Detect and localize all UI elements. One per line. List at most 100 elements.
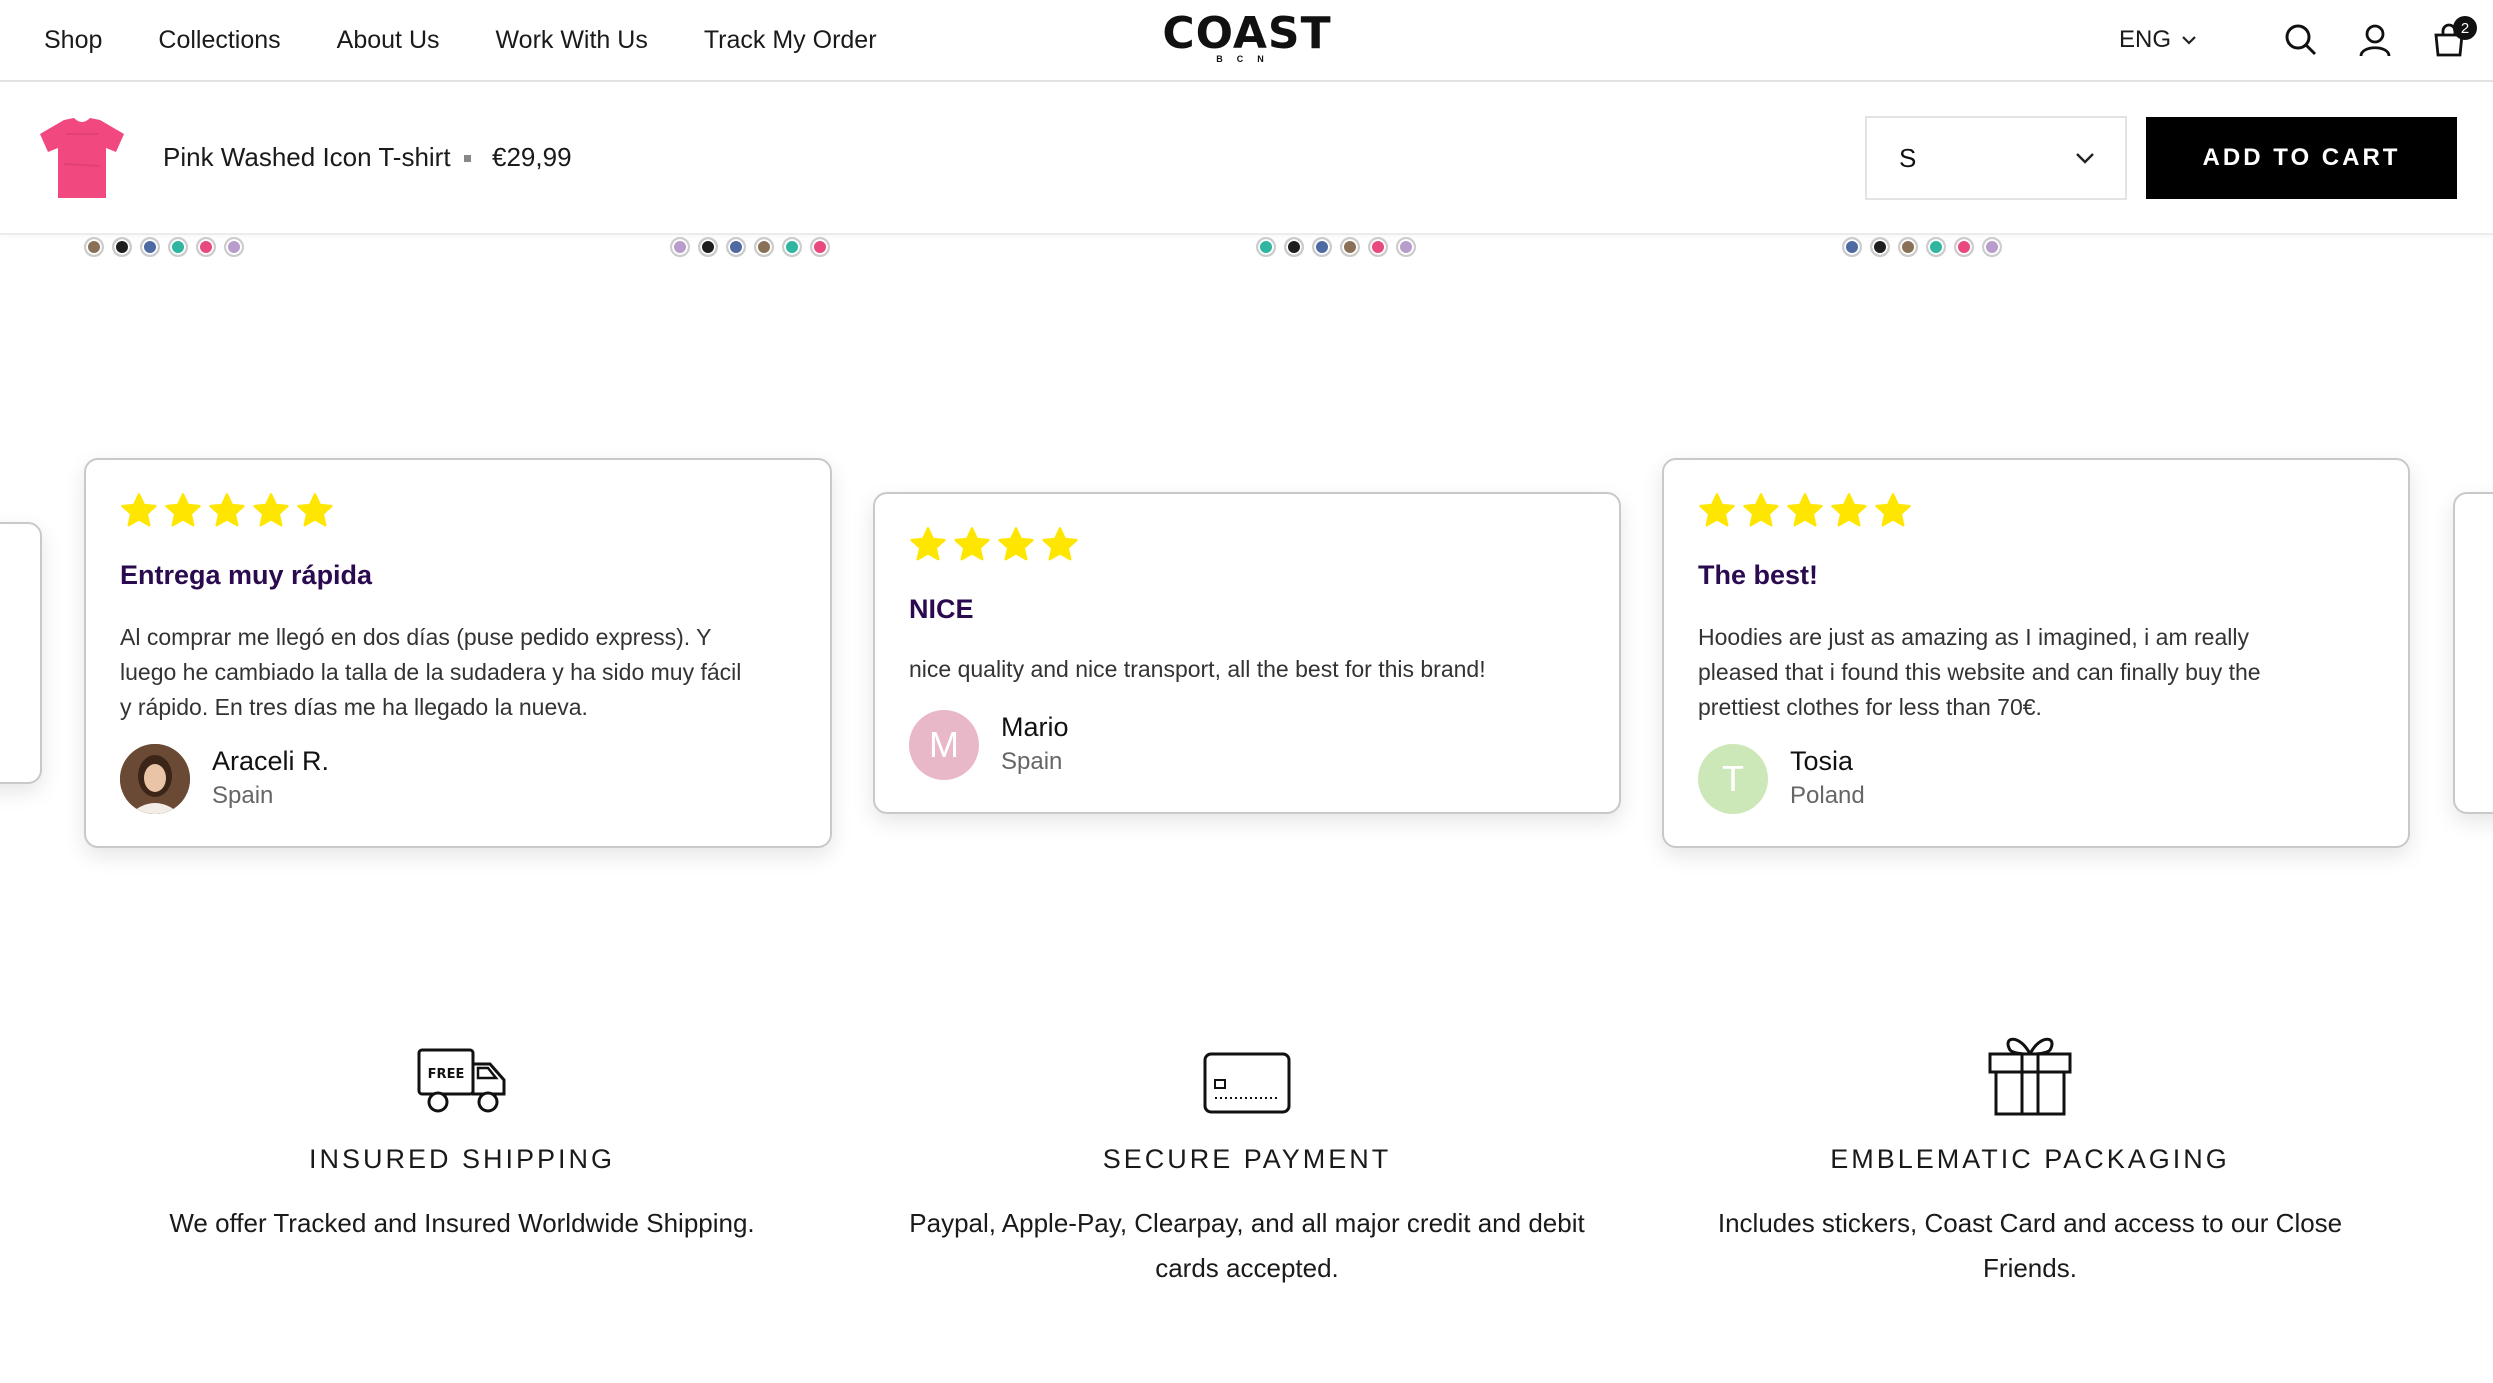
color-swatch[interactable]: [1926, 237, 1946, 257]
star-rating: [120, 492, 340, 530]
color-swatch[interactable]: [754, 237, 774, 257]
star-icon: [297, 493, 333, 527]
feature-description: We offer Tracked and Insured Worldwide S…: [112, 1201, 812, 1246]
product-price: €29,99: [492, 142, 572, 172]
color-swatch[interactable]: [196, 237, 216, 257]
star-icon: [165, 493, 201, 527]
color-swatch[interactable]: [168, 237, 188, 257]
search-icon[interactable]: [2283, 22, 2319, 58]
product-swatches-3: [1256, 237, 1424, 257]
feature-description: Includes stickers, Coast Card and access…: [1680, 1201, 2380, 1291]
site-header: Shop Collections About Us Work With Us T…: [0, 0, 2493, 82]
review-card-partial-left[interactable]: [0, 522, 42, 784]
feature-line: cards accepted.: [1155, 1253, 1339, 1283]
color-swatch[interactable]: [1256, 237, 1276, 257]
reviewer-location: Spain: [212, 782, 274, 809]
review-card-partial-right[interactable]: [2453, 492, 2493, 814]
review-line: pleased that i found this website and ca…: [1698, 659, 2261, 685]
reviewer-name: Tosia: [1790, 746, 1854, 776]
color-swatch[interactable]: [726, 237, 746, 257]
cart-icon[interactable]: 2: [2431, 16, 2477, 58]
color-swatch[interactable]: [1954, 237, 1974, 257]
feature-insured-shipping: FREE INSURED SHIPPING We offer Tracked a…: [112, 1046, 812, 1246]
color-swatch[interactable]: [84, 237, 104, 257]
feature-title: SECURE PAYMENT: [1102, 1144, 1392, 1174]
brand-logo[interactable]: COAST BCN: [1146, 12, 1348, 68]
main-nav: Shop Collections About Us Work With Us T…: [44, 0, 933, 80]
star-icon: [1875, 493, 1911, 527]
account-icon[interactable]: [2357, 22, 2393, 58]
star-rating: [909, 526, 1085, 564]
star-icon: [1699, 493, 1735, 527]
nav-collections[interactable]: Collections: [158, 26, 280, 55]
free-label: FREE: [428, 1067, 465, 1082]
nav-track-my-order[interactable]: Track My Order: [704, 26, 877, 55]
header-actions: ENG 2: [2119, 0, 2477, 80]
reviewer-location: Spain: [1001, 748, 1063, 775]
feature-title: INSURED SHIPPING: [308, 1144, 616, 1174]
color-swatch[interactable]: [140, 237, 160, 257]
avatar: [120, 744, 190, 814]
color-swatch[interactable]: [1368, 237, 1388, 257]
nav-work-with-us[interactable]: Work With Us: [496, 26, 648, 55]
reviewer-name: Mario: [1001, 712, 1069, 742]
review-card[interactable]: Entrega muy rápida Al comprar me llegó e…: [84, 458, 832, 848]
language-selector[interactable]: ENG: [2119, 26, 2197, 54]
review-card[interactable]: The best! Hoodies are just as amazing as…: [1662, 458, 2410, 848]
feature-description: Paypal, Apple-Pay, Clearpay, and all maj…: [897, 1201, 1597, 1291]
star-icon: [1787, 493, 1823, 527]
reviewer-name: Araceli R.: [212, 746, 330, 776]
feature-title: EMBLEMATIC PACKAGING: [1830, 1144, 2230, 1174]
feature-line: Includes stickers, Coast Card and access…: [1717, 1208, 2343, 1283]
star-icon: [121, 493, 157, 527]
feature-line: We offer Tracked and Insured Worldwide S…: [169, 1208, 755, 1238]
color-swatch[interactable]: [670, 237, 690, 257]
review-line: luego he cambiado la talla de la sudader…: [120, 659, 742, 685]
cart-count-badge: 2: [2453, 16, 2477, 40]
color-swatch[interactable]: [810, 237, 830, 257]
color-swatch[interactable]: [1842, 237, 1862, 257]
star-icon: [1831, 493, 1867, 527]
product-swatches-1: [84, 237, 252, 257]
review-title: Entrega muy rápida: [120, 560, 373, 590]
reviewer-location: Poland: [1790, 782, 1865, 809]
logo-wordmark: COAST: [1162, 8, 1332, 59]
star-icon: [209, 493, 245, 527]
review-line: Hoodies are just as amazing as I imagine…: [1698, 624, 2249, 650]
review-body: Al comprar me llegó en dos días (puse pe…: [120, 620, 741, 725]
free-shipping-truck-icon: FREE: [417, 1048, 506, 1113]
review-line: nice quality and nice transport, all the…: [909, 656, 1486, 682]
color-swatch[interactable]: [224, 237, 244, 257]
product-name: Pink Washed Icon T-shirt: [163, 142, 451, 172]
avatar: M: [909, 710, 979, 780]
star-icon: [253, 493, 289, 527]
color-swatch[interactable]: [1396, 237, 1416, 257]
review-body: nice quality and nice transport, all the…: [909, 652, 1486, 687]
star-rating: [1698, 492, 1918, 530]
nav-about-us[interactable]: About Us: [337, 26, 440, 55]
color-swatch[interactable]: [1898, 237, 1918, 257]
star-icon: [1042, 527, 1078, 561]
review-line: Al comprar me llegó en dos días (puse pe…: [120, 624, 712, 650]
color-swatch[interactable]: [1312, 237, 1332, 257]
review-card[interactable]: NICE nice quality and nice transport, al…: [873, 492, 1621, 814]
color-swatch[interactable]: [698, 237, 718, 257]
review-line: prettiest clothes for less than 70€.: [1698, 694, 2042, 720]
credit-card-icon: [1203, 1052, 1291, 1114]
color-swatch[interactable]: [1982, 237, 2002, 257]
language-label: ENG: [2118, 26, 2171, 53]
user-photo-icon: [120, 744, 190, 814]
star-icon: [910, 527, 946, 561]
review-title: NICE: [909, 594, 974, 624]
add-to-cart-button[interactable]: ADD TO CART: [2146, 117, 2457, 199]
size-select[interactable]: S: [1865, 116, 2127, 200]
color-swatch[interactable]: [1870, 237, 1890, 257]
color-swatch[interactable]: [1340, 237, 1360, 257]
feature-secure-payment: SECURE PAYMENT Paypal, Apple-Pay, Clearp…: [897, 1046, 1597, 1291]
product-thumbnail: [40, 118, 124, 198]
color-swatch[interactable]: [1284, 237, 1304, 257]
color-swatch[interactable]: [112, 237, 132, 257]
color-swatch[interactable]: [782, 237, 802, 257]
review-title: The best!: [1698, 560, 1819, 590]
nav-shop[interactable]: Shop: [44, 26, 102, 55]
